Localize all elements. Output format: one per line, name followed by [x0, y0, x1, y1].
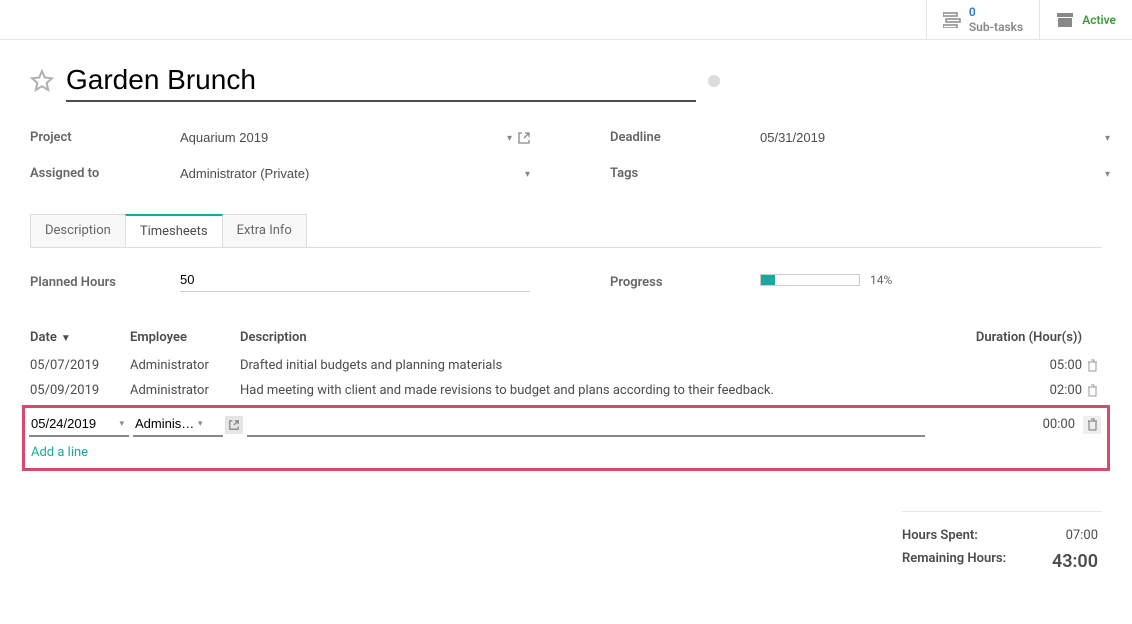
status-bar: 0 Sub-tasks Active — [0, 0, 1132, 40]
hours-spent-label: Hours Spent: — [902, 528, 978, 543]
col-date-label: Date — [30, 330, 57, 345]
col-employee-header[interactable]: Employee — [130, 330, 240, 345]
tags-label: Tags — [610, 162, 760, 186]
edit-description-field[interactable] — [247, 412, 925, 437]
delete-row-button[interactable] — [1082, 384, 1102, 397]
active-label: Active — [1082, 13, 1116, 27]
planned-hours-input[interactable] — [180, 268, 530, 292]
edit-duration-cell[interactable]: 00:00 — [929, 417, 1079, 432]
table-row[interactable]: 05/09/2019 Administrator Had meeting wit… — [30, 378, 1102, 403]
timesheet-table: Date ▼ Employee Description Duration (Hou… — [30, 322, 1102, 471]
subtasks-count: 0 — [969, 5, 1023, 19]
chevron-down-icon[interactable]: ▾ — [1105, 133, 1110, 144]
chevron-down-icon[interactable]: ▾ — [507, 133, 512, 144]
progress-label: Progress — [610, 271, 760, 290]
active-button[interactable]: Active — [1039, 0, 1132, 39]
assigned-label: Assigned to — [30, 162, 180, 186]
task-title-input[interactable] — [66, 60, 696, 102]
external-link-icon[interactable] — [225, 416, 243, 434]
remaining-hours-label: Remaining Hours: — [902, 551, 1006, 572]
cell-duration: 05:00 — [932, 358, 1082, 373]
cell-employee: Administrator — [130, 383, 240, 398]
assigned-field[interactable] — [180, 162, 519, 186]
tab-extra-info[interactable]: Extra Info — [222, 214, 307, 247]
deadline-field[interactable] — [760, 126, 1099, 150]
project-field[interactable] — [180, 126, 501, 150]
tabs-row: Description Timesheets Extra Info — [30, 214, 1102, 248]
col-description-header[interactable]: Description — [240, 330, 932, 345]
cell-employee: Administrator — [130, 358, 240, 373]
timesheet-edit-row: ▾ ▾ 00:00 — [29, 412, 1103, 437]
cell-date: 05/07/2019 — [30, 358, 130, 373]
edit-employee-input[interactable] — [135, 416, 195, 431]
tab-timesheets[interactable]: Timesheets — [125, 214, 223, 247]
planned-hours-label: Planned Hours — [30, 271, 180, 290]
tags-field[interactable] — [760, 162, 1099, 186]
highlighted-edit-area: ▾ ▾ 00:00 Ad — [22, 405, 1110, 471]
progress-bar — [760, 274, 860, 286]
edit-date-input[interactable] — [31, 416, 116, 431]
planned-progress-row: Planned Hours Progress 14% — [30, 268, 1102, 292]
table-row[interactable]: 05/07/2019 Administrator Drafted initial… — [30, 353, 1102, 378]
hours-spent-value: 07:00 — [1066, 528, 1098, 543]
star-icon[interactable] — [30, 69, 54, 93]
col-date-header[interactable]: Date ▼ — [30, 330, 130, 345]
summary-block: Hours Spent: 07:00 Remaining Hours: 43:0… — [902, 511, 1102, 572]
subtasks-icon — [943, 11, 961, 29]
edit-date-field[interactable]: ▾ — [29, 412, 129, 437]
edit-description-input[interactable] — [249, 416, 923, 431]
remaining-hours-value: 43:00 — [1052, 551, 1098, 572]
cell-duration: 02:00 — [932, 383, 1082, 398]
progress-percent: 14% — [870, 273, 892, 287]
add-line-link[interactable]: Add a line — [29, 437, 90, 464]
delete-row-button[interactable] — [1083, 416, 1101, 434]
chevron-down-icon[interactable]: ▾ — [1105, 169, 1110, 180]
timesheet-header: Date ▼ Employee Description Duration (Hou… — [30, 322, 1102, 353]
priority-indicator-icon[interactable] — [708, 75, 720, 87]
subtasks-label: Sub-tasks — [969, 20, 1023, 34]
project-label: Project — [30, 126, 180, 150]
cell-description: Had meeting with client and made revisio… — [240, 383, 932, 398]
title-row — [30, 60, 1102, 102]
deadline-label: Deadline — [610, 126, 760, 150]
external-link-icon[interactable] — [518, 132, 530, 144]
archive-icon — [1056, 11, 1074, 29]
fields-grid: Project ▾ Deadline ▾ Assigned to ▾ Tags … — [30, 126, 1102, 186]
delete-row-button[interactable] — [1082, 359, 1102, 372]
col-duration-header[interactable]: Duration (Hour(s)) — [932, 330, 1082, 345]
chevron-down-icon[interactable]: ▾ — [116, 419, 127, 429]
edit-employee-field[interactable]: ▾ — [133, 412, 223, 437]
progress-fill — [761, 275, 775, 285]
cell-date: 05/09/2019 — [30, 383, 130, 398]
cell-description: Drafted initial budgets and planning mat… — [240, 358, 932, 373]
subtasks-button[interactable]: 0 Sub-tasks — [926, 0, 1039, 39]
tab-description[interactable]: Description — [30, 214, 126, 247]
sort-desc-icon: ▼ — [61, 333, 71, 344]
chevron-down-icon[interactable]: ▾ — [195, 419, 206, 429]
